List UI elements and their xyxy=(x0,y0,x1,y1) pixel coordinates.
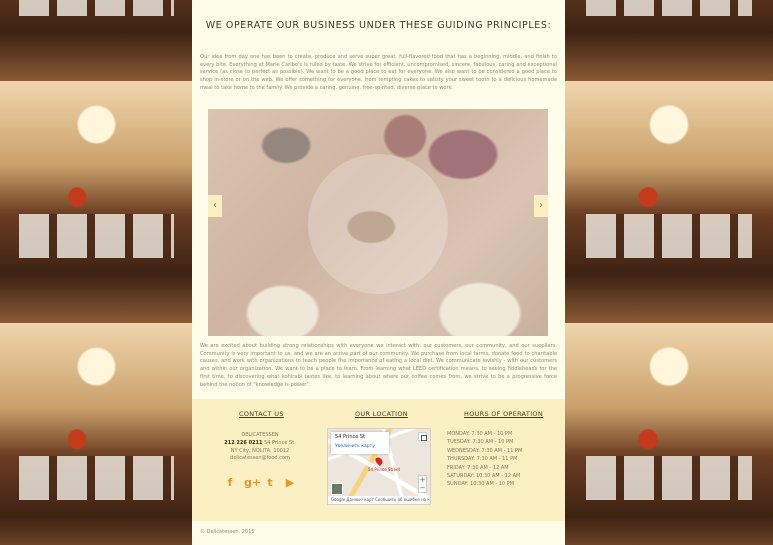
map-info-card: 54 Prince St Увеличить карту xyxy=(331,432,389,454)
restaurant-photo xyxy=(0,81,193,323)
facebook-icon[interactable]: f xyxy=(224,477,236,489)
restaurant-photo xyxy=(565,81,773,323)
map-address: 54 Prince St xyxy=(335,434,366,440)
map-pin-label: 54 Prince Street xyxy=(368,467,401,472)
chevron-right-icon[interactable]: › xyxy=(534,195,548,217)
zoom-controls[interactable]: + − xyxy=(418,475,427,493)
youtube-icon[interactable]: ▶ xyxy=(284,477,296,489)
community-paragraph: We are excited about building strong rel… xyxy=(200,343,557,388)
restaurant-photo xyxy=(0,0,193,81)
contact-block: DELICATESSEN 212 226 0211 54 Prince St. … xyxy=(206,432,314,463)
restaurant-photo xyxy=(0,323,193,545)
footer-info: Contact us Our location Hours of operati… xyxy=(192,399,565,521)
copyright: © Delicatessen, 2015 xyxy=(200,529,255,535)
email-link[interactable]: delicatessen@food.com xyxy=(206,455,314,463)
enlarge-map-link[interactable]: Увеличить карту xyxy=(335,444,375,449)
satellite-toggle[interactable] xyxy=(331,483,343,495)
contact-title: Contact us xyxy=(239,410,284,418)
google-plus-icon[interactable]: g+ xyxy=(244,477,261,489)
hours-line: SATURDAY: 10:30 am - 12 am xyxy=(447,473,521,480)
hours-title: Hours of operation xyxy=(464,410,543,418)
map-pin-icon xyxy=(374,456,384,466)
hours-line: TUESDAY: 7:30 am - 10 pm xyxy=(447,439,514,446)
city-address: NY City, NOLITA, 10012 xyxy=(230,447,290,454)
page-heading: We operate our business under these guid… xyxy=(205,20,552,31)
restaurant-photo xyxy=(565,323,773,545)
business-name: DELICATESSEN xyxy=(241,432,279,438)
phone-number[interactable]: 212 226 0211 xyxy=(224,440,262,446)
hours-line: SUNDAY: 10:30 am - 10 pm xyxy=(447,481,515,488)
hours-list: MONDAY: 7:30 am - 10 pm TUESDAY: 7:30 am… xyxy=(447,430,557,489)
slider-image-highlight xyxy=(308,154,448,294)
hours-line: THURSDAY: 7:30 am - 11 pm xyxy=(447,456,518,463)
chevron-left-icon[interactable]: ‹ xyxy=(208,195,222,217)
content-panel: We operate our business under these guid… xyxy=(192,0,565,545)
social-links: f g+ t ▶ xyxy=(224,477,296,489)
intro-paragraph: Our idea from day one has been to create… xyxy=(200,54,557,91)
restaurant-photo xyxy=(565,0,773,81)
twitter-icon[interactable]: t xyxy=(264,477,276,489)
image-slider[interactable]: ‹ › xyxy=(208,109,548,336)
map-attribution: Google Данные карт Сообщить об ошибке на… xyxy=(328,496,430,504)
hours-line: MONDAY: 7:30 am - 10 pm xyxy=(447,431,513,437)
hours-line: FRIDAY: 7:30 am - 12 am xyxy=(447,464,509,471)
location-map[interactable]: 54 Prince St Увеличить карту 54 Prince S… xyxy=(327,428,431,505)
location-title: Our location xyxy=(355,410,408,418)
street-address: 54 Prince St. xyxy=(264,439,296,446)
phone-address-line: 212 226 0211 54 Prince St. xyxy=(206,440,314,448)
fullscreen-icon[interactable] xyxy=(418,432,427,441)
hours-line: WEDNESDAY: 7:30 am - 11 pm xyxy=(447,447,523,454)
